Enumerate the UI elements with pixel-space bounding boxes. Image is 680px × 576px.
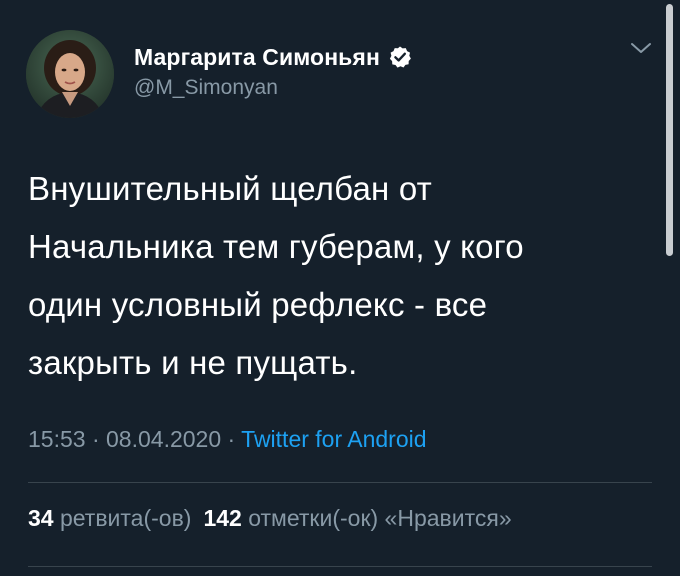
avatar[interactable] xyxy=(26,30,114,118)
tweet-date[interactable]: 08.04.2020 xyxy=(106,426,221,452)
meta-separator: · xyxy=(91,426,107,452)
chevron-down-icon[interactable] xyxy=(628,38,654,60)
author-handle[interactable]: @M_Simonyan xyxy=(134,76,278,100)
tweet-source-link[interactable]: Twitter for Android xyxy=(241,426,426,452)
tweet-text-line: закрыть и не пущать. xyxy=(28,344,358,381)
retweets-label: ретвита(-ов) xyxy=(59,505,192,531)
tweet-meta: 15:53 · 08.04.2020 · Twitter for Android xyxy=(28,426,427,453)
tweet-text-line: Начальника тем губерам, у кого xyxy=(28,228,524,265)
likes-count: 142 xyxy=(203,505,242,531)
tweet-container: Маргарита Симоньян @M_Simonyan Внушитель… xyxy=(0,0,680,576)
divider xyxy=(28,566,652,567)
verified-badge-icon xyxy=(388,45,412,69)
retweets-count: 34 xyxy=(28,505,54,531)
tweet-time[interactable]: 15:53 xyxy=(28,426,86,452)
tweet-text-line: Внушительный щелбан от xyxy=(28,170,432,207)
meta-separator: · xyxy=(227,426,242,452)
likes-stat[interactable]: 142 отметки(-ок) «Нравится» xyxy=(203,505,511,531)
likes-label: отметки(-ок) «Нравится» xyxy=(248,505,512,531)
divider xyxy=(28,482,652,483)
author-display-name[interactable]: Маргарита Симоньян xyxy=(134,44,380,71)
author-name-row[interactable]: Маргарита Симоньян xyxy=(134,42,412,72)
tweet-stats: 34 ретвита(-ов) 142 отметки(-ок) «Нравитс… xyxy=(28,505,512,532)
tweet-text: Внушительный щелбан от Начальника тем гу… xyxy=(28,160,648,392)
scrollbar[interactable] xyxy=(666,4,673,256)
retweets-stat[interactable]: 34 ретвита(-ов) xyxy=(28,505,191,531)
tweet-text-line: один условный рефлекс - все xyxy=(28,286,488,323)
